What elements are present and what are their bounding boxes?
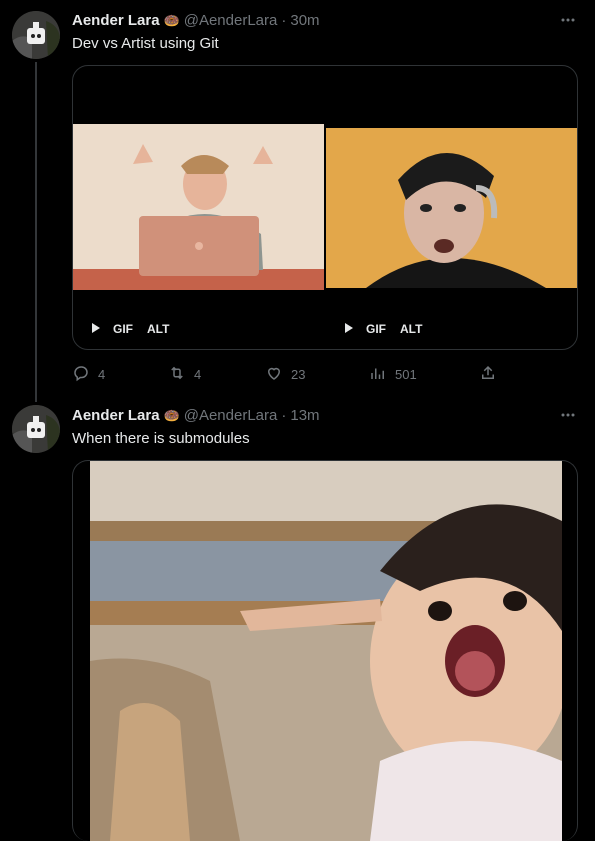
author-handle[interactable]: @AenderLara [184,407,278,424]
views-button[interactable]: 501 [369,364,417,385]
share-button[interactable] [479,364,497,385]
thread-line [35,62,37,402]
media-card[interactable] [72,460,578,841]
bar-chart-icon [369,364,387,385]
like-button[interactable]: 23 [265,364,305,385]
author-name[interactable]: Aender Lara [72,12,160,29]
separator-dot: · [281,12,287,29]
share-icon [479,364,497,385]
gif-dev[interactable] [73,124,324,290]
media-card[interactable]: GIF ALT GIF ALT [72,65,578,350]
repost-icon [168,364,186,385]
gif-child-scream[interactable] [90,461,562,841]
alt-badge[interactable]: ALT [400,322,422,336]
reply-button[interactable]: 4 [72,364,105,385]
reply-count: 4 [98,367,106,382]
play-icon[interactable] [344,322,354,336]
timestamp[interactable]: 30m [290,12,319,29]
timestamp[interactable]: 13m [290,407,319,424]
tweet-text: When there is submodules [72,430,250,447]
repost-count: 4 [194,367,202,382]
reply-icon [72,364,90,385]
repost-button[interactable]: 4 [168,364,201,385]
views-count: 501 [395,367,417,382]
more-icon[interactable] [560,12,576,33]
gif-badge: GIF [366,322,386,336]
author-name[interactable]: Aender Lara [72,407,160,424]
like-count: 23 [291,367,306,382]
heart-icon [265,364,283,385]
donut-emoji: 🍩 [163,407,180,423]
more-icon[interactable] [560,407,576,428]
separator-dot: · [281,407,287,424]
play-icon[interactable] [91,322,101,336]
tweet-text: Dev vs Artist using Git [72,35,219,52]
gif-badge: GIF [113,322,133,336]
avatar[interactable] [12,405,60,453]
alt-badge[interactable]: ALT [147,322,169,336]
gif-artist[interactable] [326,128,577,288]
avatar[interactable] [12,11,60,59]
donut-emoji: 🍩 [163,12,180,28]
author-handle[interactable]: @AenderLara [184,12,278,29]
